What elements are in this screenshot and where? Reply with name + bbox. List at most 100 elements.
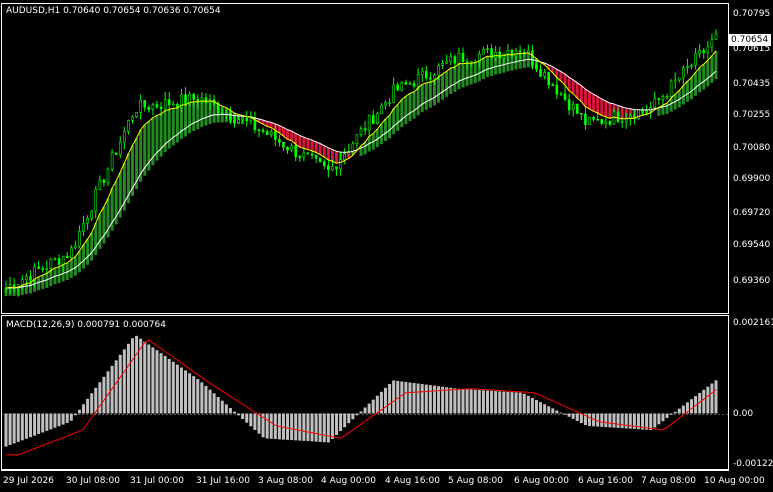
macd-histogram-bar — [147, 344, 151, 414]
macd-histogram-bar — [335, 413, 339, 435]
candle-body — [376, 113, 379, 125]
macd-histogram-bar — [159, 353, 163, 414]
macd-histogram-bar — [465, 389, 469, 414]
macd-histogram-bar — [502, 391, 506, 414]
price-axis-label: 0.69540 — [733, 240, 771, 250]
macd-histogram-bar — [534, 400, 538, 414]
macd-histogram-bar — [196, 379, 200, 414]
macd-histogram-bar — [347, 413, 351, 424]
candle-body — [65, 255, 69, 258]
candle-body — [204, 97, 208, 103]
candle-body — [669, 80, 673, 97]
macd-histogram-bar — [681, 405, 685, 414]
macd-histogram-bar — [65, 413, 69, 424]
macd-histogram-bar — [477, 390, 481, 414]
macd-histogram-bar — [653, 413, 657, 428]
macd-histogram-bar — [608, 413, 612, 428]
macd-histogram-bar — [339, 413, 343, 432]
candle-body — [123, 130, 126, 143]
macd-histogram-bar — [135, 335, 139, 414]
candle-body — [551, 84, 555, 87]
candle-body — [388, 102, 391, 104]
chart-canvas[interactable] — [0, 0, 773, 492]
candle-body — [233, 119, 236, 124]
macd-histogram-bar — [355, 413, 359, 416]
macd-histogram-bar — [408, 382, 412, 414]
macd-histogram-bar — [12, 413, 16, 444]
macd-histogram-bar — [600, 413, 604, 427]
candle-body — [192, 93, 196, 100]
macd-histogram-bar — [669, 413, 673, 415]
time-axis-label: 29 Jul 2026 — [3, 476, 54, 486]
candle-body — [645, 110, 648, 113]
macd-histogram-bar — [281, 413, 285, 440]
candle-body — [494, 51, 497, 59]
candle-body — [98, 179, 102, 190]
macd-histogram-bar — [518, 392, 522, 414]
macd-histogram-bar — [359, 411, 363, 414]
price-axis-label: 0.70795 — [733, 9, 771, 19]
candle-body — [371, 115, 375, 125]
macd-histogram-bar — [151, 347, 155, 414]
candle-body — [151, 104, 155, 110]
macd-histogram-bar — [351, 413, 355, 420]
macd-histogram-bar — [69, 413, 73, 421]
price-axis-label: 0.69900 — [733, 174, 771, 184]
price-axis-label: 0.70615 — [733, 44, 771, 54]
macd-histogram-bar — [567, 413, 571, 417]
macd-histogram-bar — [383, 387, 387, 414]
macd-histogram-bar — [314, 413, 318, 442]
candle-body — [457, 52, 461, 64]
macd-histogram-bar — [510, 392, 514, 414]
macd-axis-label: -0.00122 — [733, 459, 773, 469]
macd-histogram-bar — [102, 376, 106, 414]
candle-body — [396, 84, 400, 91]
candle-body — [237, 119, 240, 124]
candle-body — [461, 52, 465, 63]
candle-body — [225, 112, 228, 115]
time-axis-label: 3 Aug 08:00 — [258, 476, 313, 486]
candle-body — [498, 51, 502, 59]
macd-histogram-bar — [4, 413, 8, 447]
macd-histogram-bar — [449, 387, 453, 414]
candle-body — [78, 230, 81, 247]
macd-histogram-bar — [543, 404, 547, 414]
macd-histogram-bar — [657, 413, 661, 425]
candle-body — [114, 152, 118, 155]
candle-body — [147, 106, 151, 110]
macd-histogram-bar — [171, 361, 175, 414]
candle-body — [53, 258, 57, 260]
candle-body — [657, 98, 661, 100]
macd-histogram-bar — [73, 413, 77, 416]
macd-histogram-bar — [649, 413, 653, 430]
candle-body — [706, 46, 710, 53]
macd-histogram-bar — [371, 399, 375, 414]
candle-body — [82, 222, 85, 232]
macd-histogram-bar — [363, 407, 367, 414]
candle-body — [94, 189, 98, 212]
price-plot — [4, 29, 718, 297]
macd-histogram-bar — [237, 413, 241, 416]
candle-body — [118, 141, 122, 155]
macd-histogram-bar — [82, 404, 86, 414]
macd-histogram-bar — [428, 385, 432, 414]
candle-body — [698, 49, 701, 54]
macd-histogram-bar — [343, 413, 347, 428]
macd-histogram-bar — [469, 389, 473, 414]
macd-histogram-bar — [53, 413, 57, 428]
macd-histogram-bar — [375, 395, 379, 414]
candle-body — [245, 117, 249, 122]
macd-histogram-bar — [575, 413, 579, 421]
macd-histogram-bar — [526, 395, 530, 414]
candle-body — [563, 93, 567, 100]
candle-body — [408, 83, 412, 85]
candle-body — [584, 113, 587, 125]
candle-body — [616, 111, 620, 123]
candle-body — [61, 255, 65, 265]
candle-body — [539, 68, 542, 77]
macd-histogram-bar — [188, 373, 192, 414]
candle-body — [380, 105, 383, 115]
price-axis-label: 0.69720 — [733, 208, 771, 218]
macd-histogram-bar — [24, 413, 28, 439]
price-axis-label: 0.70435 — [733, 79, 771, 89]
